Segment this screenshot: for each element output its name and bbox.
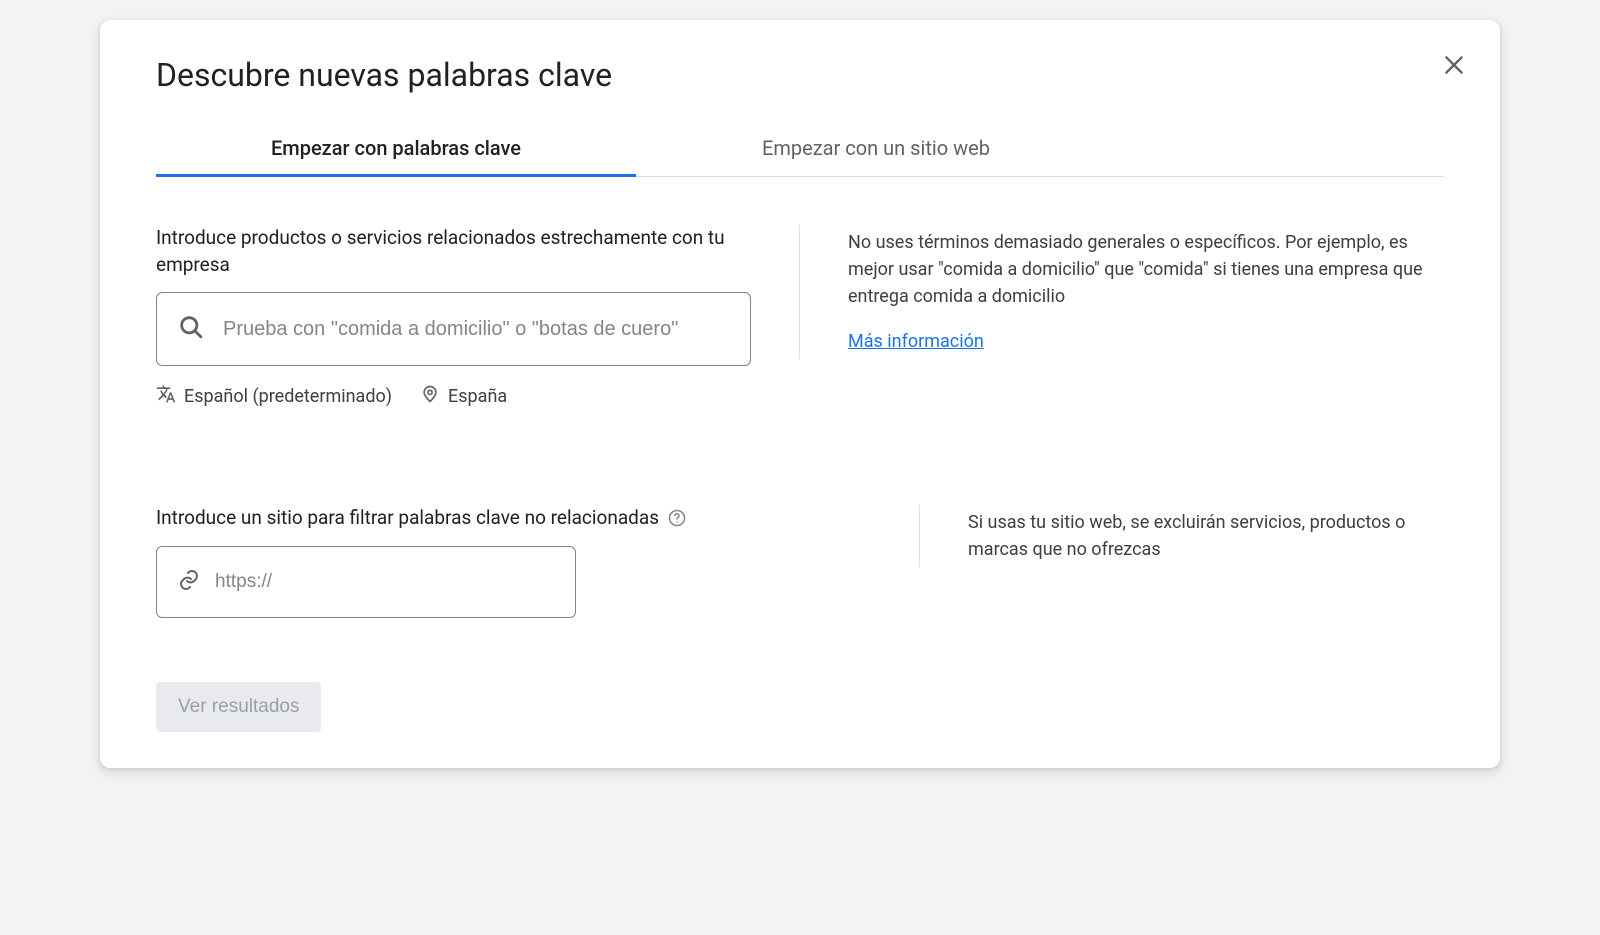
keywords-label: Introduce productos o servicios relacion… — [156, 225, 751, 278]
tab-keywords[interactable]: Empezar con palabras clave — [156, 122, 636, 176]
site-tip: Si usas tu sitio web, se excluirán servi… — [919, 505, 1444, 567]
site-label-text: Introduce un sitio para filtrar palabras… — [156, 505, 659, 532]
site-tip-text: Si usas tu sitio web, se excluirán servi… — [968, 509, 1444, 563]
keywords-tip: No uses términos demasiado generales o e… — [799, 225, 1444, 359]
help-icon[interactable] — [667, 508, 687, 528]
site-label: Introduce un sitio para filtrar palabras… — [156, 505, 751, 532]
location-chip[interactable]: España — [420, 384, 507, 409]
keywords-input[interactable] — [223, 318, 730, 341]
site-left: Introduce un sitio para filtrar palabras… — [156, 505, 751, 618]
tab-website[interactable]: Empezar con un sitio web — [636, 122, 1116, 176]
keywords-section: Introduce productos o servicios relacion… — [156, 225, 1444, 409]
close-icon — [1441, 52, 1467, 81]
close-button[interactable] — [1436, 48, 1472, 84]
dialog-card: Descubre nuevas palabras clave Empezar c… — [100, 20, 1500, 768]
keywords-tip-text: No uses términos demasiado generales o e… — [848, 229, 1444, 310]
language-label: Español (predeterminado) — [184, 386, 392, 407]
more-info-link[interactable]: Más información — [848, 328, 984, 355]
site-input[interactable] — [215, 571, 555, 593]
keywords-left: Introduce productos o servicios relacion… — [156, 225, 751, 409]
link-icon — [177, 568, 201, 596]
locale-chips: Español (predeterminado) España — [156, 384, 751, 409]
tabs: Empezar con palabras clave Empezar con u… — [156, 122, 1444, 177]
language-chip[interactable]: Español (predeterminado) — [156, 384, 392, 409]
keywords-input-box[interactable] — [156, 292, 751, 366]
site-section: Introduce un sitio para filtrar palabras… — [156, 505, 1444, 618]
location-label: España — [448, 386, 507, 407]
site-input-box[interactable] — [156, 546, 576, 618]
view-results-button[interactable]: Ver resultados — [156, 682, 321, 732]
page-title: Descubre nuevas palabras clave — [156, 56, 1444, 94]
translate-icon — [156, 384, 176, 409]
search-icon — [177, 313, 205, 345]
location-icon — [420, 384, 440, 409]
